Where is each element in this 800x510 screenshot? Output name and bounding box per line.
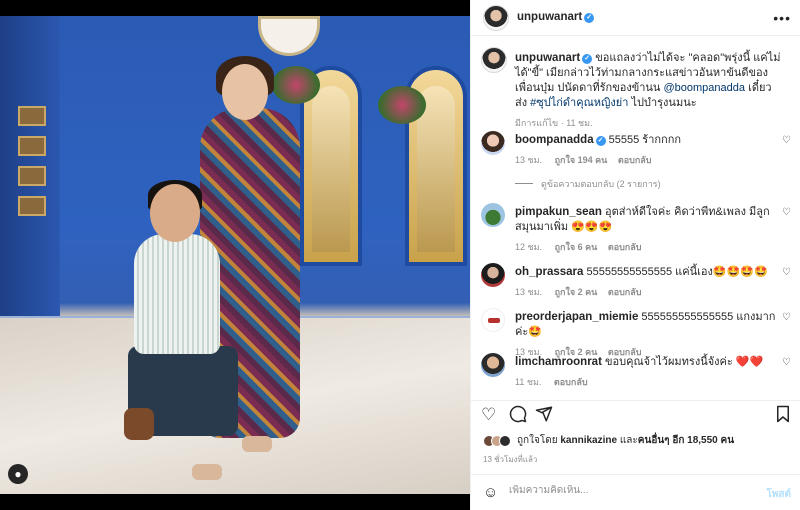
likes-and: และ — [619, 435, 638, 446]
comment-text: 55555555555555 แค่นี้เอง🤩🤩🤩🤩 — [586, 266, 768, 278]
more-options-icon[interactable]: ••• — [773, 10, 791, 26]
owner-avatar[interactable] — [481, 47, 507, 73]
woman-face — [222, 64, 268, 120]
shelf — [18, 196, 46, 216]
reply-button[interactable]: ตอบกลับ — [618, 155, 652, 165]
comment-time: 11 ชม. — [515, 377, 542, 387]
caption-text-end: ไปบำรุงนมนะ — [628, 97, 697, 109]
comment-text: 55555 ร้ากกกก — [608, 134, 682, 146]
ceiling-lamp — [258, 16, 320, 56]
post-details-panel: unpuwanart ✓ ••• unpuwanart ✓ ขอแถลงว่าไม่… — [470, 0, 800, 510]
comment-time: 13 ชม. — [515, 155, 543, 165]
heart-icon[interactable]: ♡ — [782, 135, 791, 146]
comment-likes[interactable]: ถูกใจ 194 คน — [555, 155, 608, 165]
comment-text: ขอบคุณจ้าไว้ผมทรงนี้จังค่ะ ❤️❤️ — [604, 356, 764, 368]
comment-meta: 13 ชม. ถูกใจ 194 คน ตอบกลับ — [515, 153, 781, 168]
bookmark-icon[interactable] — [775, 405, 791, 428]
shelf — [18, 166, 46, 186]
owner-avatar[interactable] — [483, 5, 509, 31]
shelf — [18, 106, 46, 126]
comment-username[interactable]: boompanadda ✓ — [515, 134, 606, 146]
shoe — [242, 436, 272, 452]
reply-button[interactable]: ตอบกลับ — [608, 287, 642, 297]
media-bottom-bar — [0, 494, 470, 510]
person-tag-icon[interactable]: ● — [8, 464, 28, 484]
man-shirt — [134, 234, 220, 354]
commenter-avatar[interactable] — [481, 308, 505, 332]
post-photo[interactable] — [0, 16, 470, 494]
liker-avatar — [499, 434, 511, 447]
comment-likes[interactable]: ถูกใจ 6 คน — [555, 242, 598, 252]
caption-body: unpuwanart ✓ ขอแถลงว่าไม่ได้จะ "คลอด"พรุ่… — [515, 51, 781, 131]
heart-icon[interactable]: ♡ — [782, 267, 791, 278]
comments-list[interactable]: unpuwanart ✓ ขอแถลงว่าไม่ได้จะ "คลอด"พรุ่… — [471, 37, 800, 399]
comment-body: preorderjapan_miemie 555555555555555 แกง… — [515, 310, 781, 360]
reply-button[interactable]: ตอบกลับ — [608, 242, 642, 252]
comment-input[interactable] — [509, 485, 729, 496]
liker-username[interactable]: kannikazine — [560, 435, 617, 446]
comment-meta: 12 ชม. ถูกใจ 6 คน ตอบกลับ — [515, 240, 781, 255]
verified-icon: ✓ — [595, 136, 606, 146]
likes-others[interactable]: คนอื่นๆ อีก 18,550 คน — [638, 433, 734, 448]
heart-icon[interactable]: ♡ — [782, 207, 791, 218]
commenter-avatar[interactable] — [481, 263, 505, 287]
caption-hashtag[interactable]: #ซุปไก่ดำคุณหญิงย่า — [530, 97, 628, 109]
post-comment-button[interactable]: โพสต์ — [766, 487, 791, 502]
caption-username[interactable]: unpuwanart ✓ — [515, 52, 593, 64]
post-time-ago[interactable]: 13 ชั่วโมงที่แล้ว — [483, 453, 537, 466]
post-header: unpuwanart ✓ ••• — [471, 0, 800, 36]
heart-icon[interactable]: ♡ — [782, 312, 791, 323]
comment-composer: ☺ โพสต์ — [471, 474, 800, 510]
comment-body: oh_prassara 55555555555555 แค่นี้เอง🤩🤩🤩🤩… — [515, 265, 781, 300]
post-actions-bar: ♡ — [471, 400, 800, 430]
heart-icon[interactable]: ♡ — [481, 405, 496, 425]
man-face — [150, 184, 200, 242]
heart-icon[interactable]: ♡ — [782, 357, 791, 368]
comment-username[interactable]: preorderjapan_miemie — [515, 311, 638, 323]
share-icon[interactable] — [535, 405, 553, 428]
view-replies-button[interactable]: ดูข้อความตอบกลับ (2 รายการ) — [515, 177, 661, 191]
comment-time: 13 ชม. — [515, 287, 543, 297]
comment-username[interactable]: pimpakun_sean — [515, 206, 602, 218]
commenter-avatar[interactable] — [481, 203, 505, 227]
commenter-avatar[interactable] — [481, 353, 505, 377]
comment-username[interactable]: oh_prassara — [515, 266, 583, 278]
comment-meta: 11 ชม. ตอบกลับ — [515, 375, 781, 390]
comment-body: boompanadda ✓ 55555 ร้ากกกก 13 ชม. ถูกใจ … — [515, 133, 781, 168]
caption-mention[interactable]: @boompanadda — [664, 82, 746, 94]
likes-prefix: ถูกใจโดย — [517, 435, 558, 446]
comment-username[interactable]: limchamroonrat — [515, 356, 602, 368]
owner-username[interactable]: unpuwanart ✓ — [517, 11, 595, 23]
shoe — [192, 464, 222, 480]
caption-meta: มีการแก้ไข · 11 ชม. — [515, 118, 593, 128]
verified-icon: ✓ — [584, 13, 595, 23]
flower-plant — [272, 66, 320, 104]
flower-plant — [378, 86, 426, 124]
post-media[interactable]: ● — [0, 0, 470, 510]
emoji-icon[interactable]: ☺ — [483, 484, 498, 501]
comment-body: pimpakun_sean อุตส่าห์ดีใจค่ะ คิดว่าพีท&… — [515, 205, 781, 255]
comment-meta: 13 ชม. ถูกใจ 2 คน ตอบกลับ — [515, 285, 781, 300]
media-top-bar — [0, 0, 470, 16]
likes-summary: ถูกใจโดย kannikazine และ คนอื่นๆ อีก 18,5… — [483, 433, 734, 448]
comment-body: limchamroonrat ขอบคุณจ้าไว้ผมทรงนี้จังค่… — [515, 355, 781, 390]
reply-button[interactable]: ตอบกลับ — [554, 377, 588, 387]
comment-icon[interactable] — [509, 405, 527, 428]
verified-icon: ✓ — [582, 54, 593, 64]
commenter-avatar[interactable] — [481, 131, 505, 155]
comment-likes[interactable]: ถูกใจ 2 คน — [555, 287, 598, 297]
comment-time: 12 ชม. — [515, 242, 543, 252]
shelf — [18, 136, 46, 156]
shoe — [124, 408, 154, 440]
